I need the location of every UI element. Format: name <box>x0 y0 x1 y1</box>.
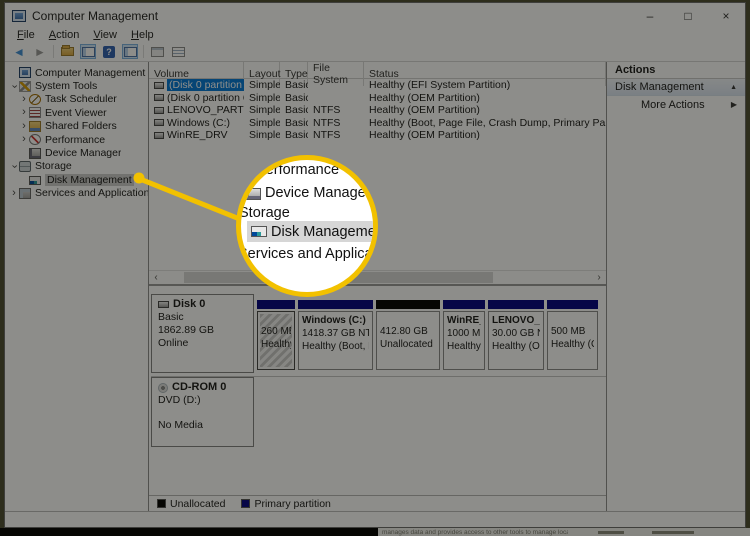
callout-magnifier-circle: Performance Device Manager Storage Disk … <box>236 155 378 297</box>
screen: Computer Management – □ × File Action Vi… <box>0 0 750 536</box>
magnified-device-manager: Device Manager <box>265 185 371 201</box>
magnified-disk-management: Disk Management <box>271 224 378 240</box>
magnified-services-and-applications: Services and Applications <box>238 246 373 262</box>
magnified-performance: Performance <box>256 162 340 178</box>
dim-overlay <box>0 0 750 536</box>
device-manager-icon <box>245 188 261 200</box>
magnified-storage: Storage <box>239 205 290 221</box>
disk-management-icon <box>251 226 267 237</box>
